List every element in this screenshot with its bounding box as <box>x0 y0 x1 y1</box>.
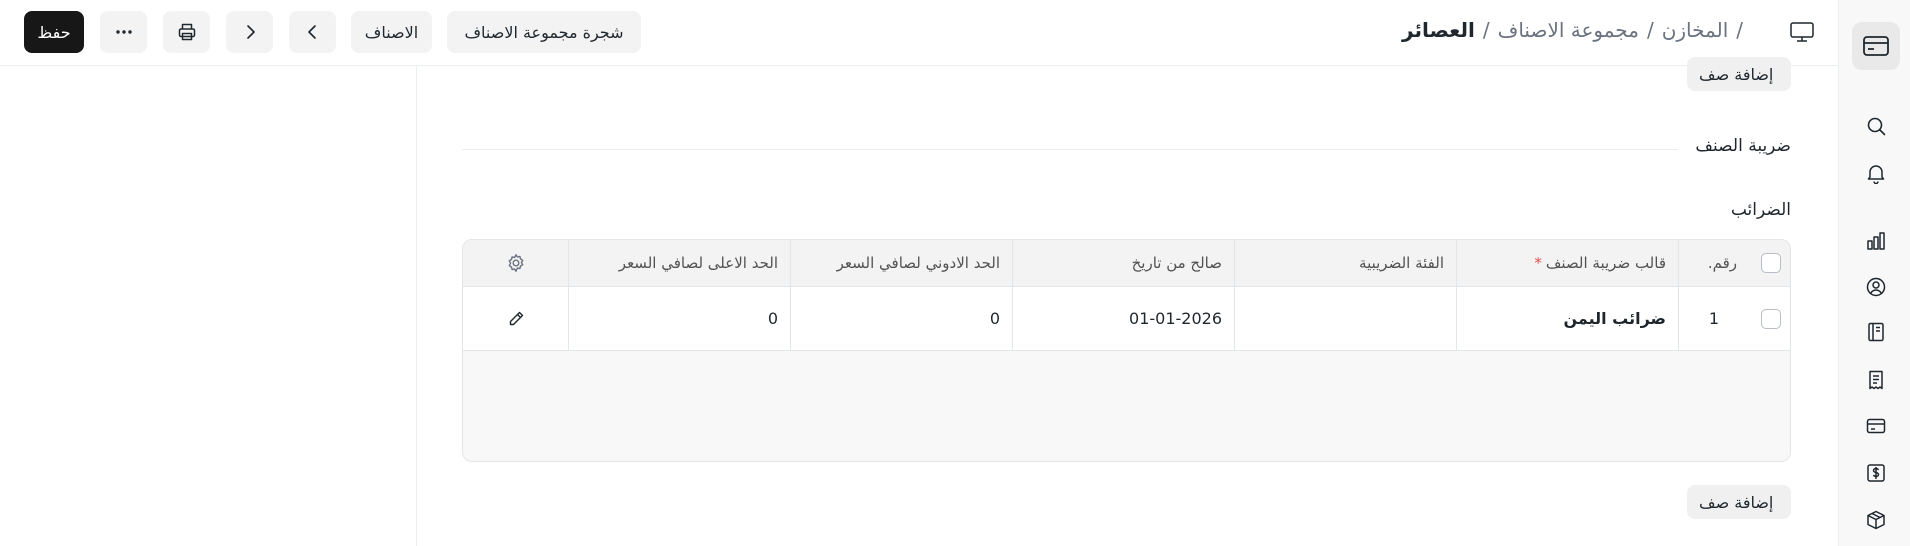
select-all-cell <box>1749 240 1790 286</box>
breadcrumb: / المخازن / مجموعة الاصناف / العصائر <box>1402 18 1743 42</box>
cell-max-net-rate[interactable]: 0 <box>568 287 790 350</box>
printer-icon <box>178 23 195 41</box>
receipt-icon[interactable] <box>1865 369 1887 391</box>
breadcrumb-item-group[interactable]: مجموعة الاصناف <box>1498 18 1639 42</box>
column-no: رقم. <box>1678 240 1749 286</box>
table-row[interactable]: 1 ضرائب اليمن 01-01-2026 0 0 <box>463 287 1790 351</box>
breadcrumb-stores[interactable]: المخازن <box>1662 18 1729 42</box>
cell-min-net-rate[interactable]: 0 <box>790 287 1012 350</box>
breadcrumb-separator: / <box>1646 18 1654 42</box>
taxes-label: الضرائب <box>1730 200 1791 220</box>
add-row-button[interactable]: إضافة صف <box>1687 57 1791 91</box>
dollar-icon[interactable] <box>1865 462 1887 484</box>
side-panel <box>0 66 417 546</box>
cell-tax-category[interactable] <box>1234 287 1456 350</box>
chevron-right-icon <box>246 25 255 39</box>
row-number: 1 <box>1678 287 1749 350</box>
desktop-icon[interactable] <box>1789 20 1815 44</box>
notebook-icon[interactable] <box>1865 321 1887 343</box>
item-group-tree-button[interactable]: شجرة مجموعة الاصناف <box>447 11 641 53</box>
column-settings[interactable] <box>463 240 568 286</box>
search-icon[interactable] <box>1865 115 1887 137</box>
select-all-checkbox[interactable] <box>1760 253 1781 273</box>
cell-item-tax-template[interactable]: ضرائب اليمن <box>1456 287 1678 350</box>
breadcrumb-separator: / <box>1736 18 1743 42</box>
required-mark: * <box>1534 254 1542 272</box>
column-max-net-rate: الحد الاعلى لصافي السعر <box>568 240 790 286</box>
column-tax-category: الفئة الضريبية <box>1234 240 1456 286</box>
app-sidebar <box>1838 0 1910 546</box>
breadcrumb-separator: / <box>1482 18 1490 42</box>
column-valid-from: صالح من تاريخ <box>1012 240 1234 286</box>
cell-valid-from[interactable]: 01-01-2026 <box>1012 287 1234 350</box>
table-header: رقم. قالب ضريبة الصنف * الفئة الضريبية ص… <box>463 240 1790 287</box>
more-actions-button[interactable] <box>100 11 147 53</box>
app-card-icon[interactable] <box>1852 22 1900 70</box>
edit-row-cell <box>463 287 568 350</box>
taxes-table: رقم. قالب ضريبة الصنف * الفئة الضريبية ص… <box>462 239 1791 462</box>
user-circle-icon[interactable] <box>1865 276 1887 298</box>
row-select-cell <box>1749 287 1790 350</box>
row-checkbox[interactable] <box>1760 308 1781 329</box>
page-header: حفظ الاصناف شجرة مجموعة الاصناف / المخاز… <box>0 0 1838 66</box>
previous-record-button[interactable] <box>289 11 336 53</box>
column-label: قالب ضريبة الصنف <box>1545 254 1666 272</box>
section-title: ضريبة الصنف <box>1695 136 1791 156</box>
column-min-net-rate: الحد الادوني لصافي السعر <box>790 240 1012 286</box>
pencil-icon[interactable] <box>507 310 525 328</box>
add-row-button[interactable]: إضافة صف <box>1687 485 1791 519</box>
next-record-button[interactable] <box>226 11 273 53</box>
column-item-tax-template: قالب ضريبة الصنف * <box>1456 240 1678 286</box>
page-title: العصائر <box>1402 18 1475 42</box>
section-divider <box>462 149 1678 150</box>
chart-icon[interactable] <box>1865 230 1887 252</box>
save-button[interactable]: حفظ <box>24 11 84 53</box>
gear-icon[interactable] <box>506 253 526 273</box>
box-icon[interactable] <box>1865 509 1887 531</box>
bell-icon[interactable] <box>1865 162 1887 184</box>
chevron-left-icon <box>307 25 316 39</box>
ellipsis-icon <box>115 30 132 34</box>
card-icon[interactable] <box>1865 415 1887 437</box>
items-button[interactable]: الاصناف <box>351 11 432 53</box>
print-button[interactable] <box>163 11 210 53</box>
